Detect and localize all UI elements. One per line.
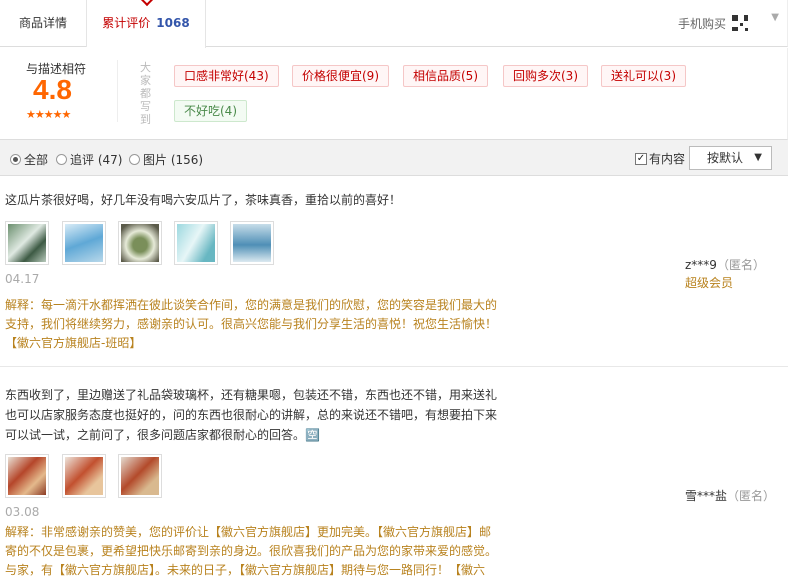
qr-code-icon — [731, 14, 749, 32]
reviewer-name: z***9（匿名） — [685, 256, 765, 273]
review-photo-thumbnail[interactable] — [62, 454, 106, 498]
radio-selected-icon — [10, 154, 21, 165]
seller-reply: 解释：每一滴汗水都挥洒在彼此谈笑合作间，您的满意是我们的欣慰，您的笑容是我们最大… — [5, 298, 498, 350]
reviewer-name: 雪***盐（匿名） — [685, 487, 775, 504]
filter-pictures-label: 图片 (156) — [143, 153, 204, 167]
reviewer-nick: 雪***盐 — [685, 489, 728, 503]
mobile-buy-link[interactable]: 手机购买 — [678, 14, 749, 32]
impression-tag[interactable]: 送礼可以(3) — [601, 65, 686, 87]
sort-select-value: 按默认 — [707, 151, 744, 165]
impression-tag[interactable]: 回购多次(3) — [503, 65, 588, 87]
score-value: 4.8 — [33, 74, 72, 105]
tab-reviews[interactable]: 累计评价 1068 — [87, 0, 206, 48]
review-photo-thumbnail[interactable] — [5, 221, 49, 265]
gift-box-image — [8, 457, 46, 495]
gift-box-image — [65, 457, 103, 495]
review-text: 东西收到了，里边赠送了礼品袋玻璃杯，还有糖果嗯，包装还不错，东西也还不错，用来送… — [5, 388, 498, 442]
tea-tin-image — [233, 224, 271, 262]
filter-all-radio[interactable]: 全部 — [10, 151, 48, 168]
has-content-checkbox[interactable]: ✓ 有内容 — [635, 150, 685, 167]
radio-icon — [56, 154, 67, 165]
impression-tag[interactable]: 口感非常好(43) — [174, 65, 279, 87]
review-date: 03.08 — [5, 505, 40, 519]
tea-package-image — [177, 224, 215, 262]
review-item: 这瓜片茶很好喝，好几年没有喝六安瓜片了，茶味真香，重拾以前的喜好！ 04.17 … — [0, 177, 788, 367]
review-text: 这瓜片茶很好喝，好几年没有喝六安瓜片了，茶味真香，重拾以前的喜好！ — [5, 193, 402, 207]
review-count: 1068 — [156, 16, 190, 30]
review-date: 04.17 — [5, 272, 40, 286]
tab-reviews-label: 累计评价 — [102, 16, 151, 30]
gift-box-image — [121, 457, 159, 495]
impression-tag[interactable]: 相信品质(5) — [403, 65, 488, 87]
sort-select[interactable]: 按默认 ▼ — [689, 146, 772, 170]
impressions-label: 大家都写到 — [140, 61, 151, 126]
radio-icon — [129, 154, 140, 165]
filter-followup-radio[interactable]: 追评 (47) — [56, 151, 122, 168]
reviewer-level: 超级会员 — [685, 276, 734, 290]
anonymous-label: （匿名） — [716, 258, 765, 272]
chevron-down-icon[interactable]: ▼ — [771, 12, 779, 23]
review-photo-thumbnail[interactable] — [118, 454, 162, 498]
mobile-buy-label: 手机购买 — [677, 16, 726, 31]
anonymous-label: （匿名） — [727, 489, 776, 503]
tea-cup-image — [121, 224, 159, 262]
review-photo-thumbnail[interactable] — [230, 221, 274, 265]
review-photo-thumbnail[interactable] — [62, 221, 106, 265]
checkbox-checked-icon: ✓ — [635, 152, 647, 165]
tab-product-detail[interactable]: 商品详情 — [0, 0, 87, 47]
review-photo-thumbnail[interactable] — [118, 221, 162, 265]
tea-box-image — [65, 224, 103, 262]
filter-all-label: 全部 — [24, 153, 49, 167]
chevron-down-icon: ▼ — [754, 152, 762, 163]
star-rating-icon: ★★★★★ — [26, 108, 71, 121]
divider — [117, 60, 118, 122]
has-content-label: 有内容 — [649, 152, 686, 166]
review-item: 东西收到了，里边赠送了礼品袋玻璃杯，还有糖果嗯，包装还不错，东西也还不错，用来送… — [0, 368, 788, 583]
filter-followup-label: 追评 (47) — [70, 153, 123, 167]
review-photo-thumbnail[interactable] — [174, 221, 218, 265]
tea-glass-image — [8, 224, 46, 262]
seller-reply: 解释：非常感谢亲的赞美，您的评价让【徽六官方旗舰店】更加完美。【徽六官方旗舰店】… — [5, 525, 498, 577]
impression-tag[interactable]: 价格很便宜(9) — [292, 65, 389, 87]
reviewer-nick: z***9 — [685, 258, 717, 272]
filter-pictures-radio[interactable]: 图片 (156) — [129, 151, 203, 168]
review-filter-bar: 全部 追评 (47) 图片 (156) ✓ 有内容 按默认 ▼ — [0, 140, 788, 176]
rating-summary: 与描述相符 4.8 ★★★★★ 大家都写到 口感非常好(43) 价格很便宜(9)… — [0, 48, 788, 140]
review-photo-thumbnail[interactable] — [5, 454, 49, 498]
tab-bar: 商品详情 累计评价 1068 手机购买 ▼ — [0, 0, 788, 48]
impression-tag-negative[interactable]: 不好吃(4) — [174, 100, 247, 122]
